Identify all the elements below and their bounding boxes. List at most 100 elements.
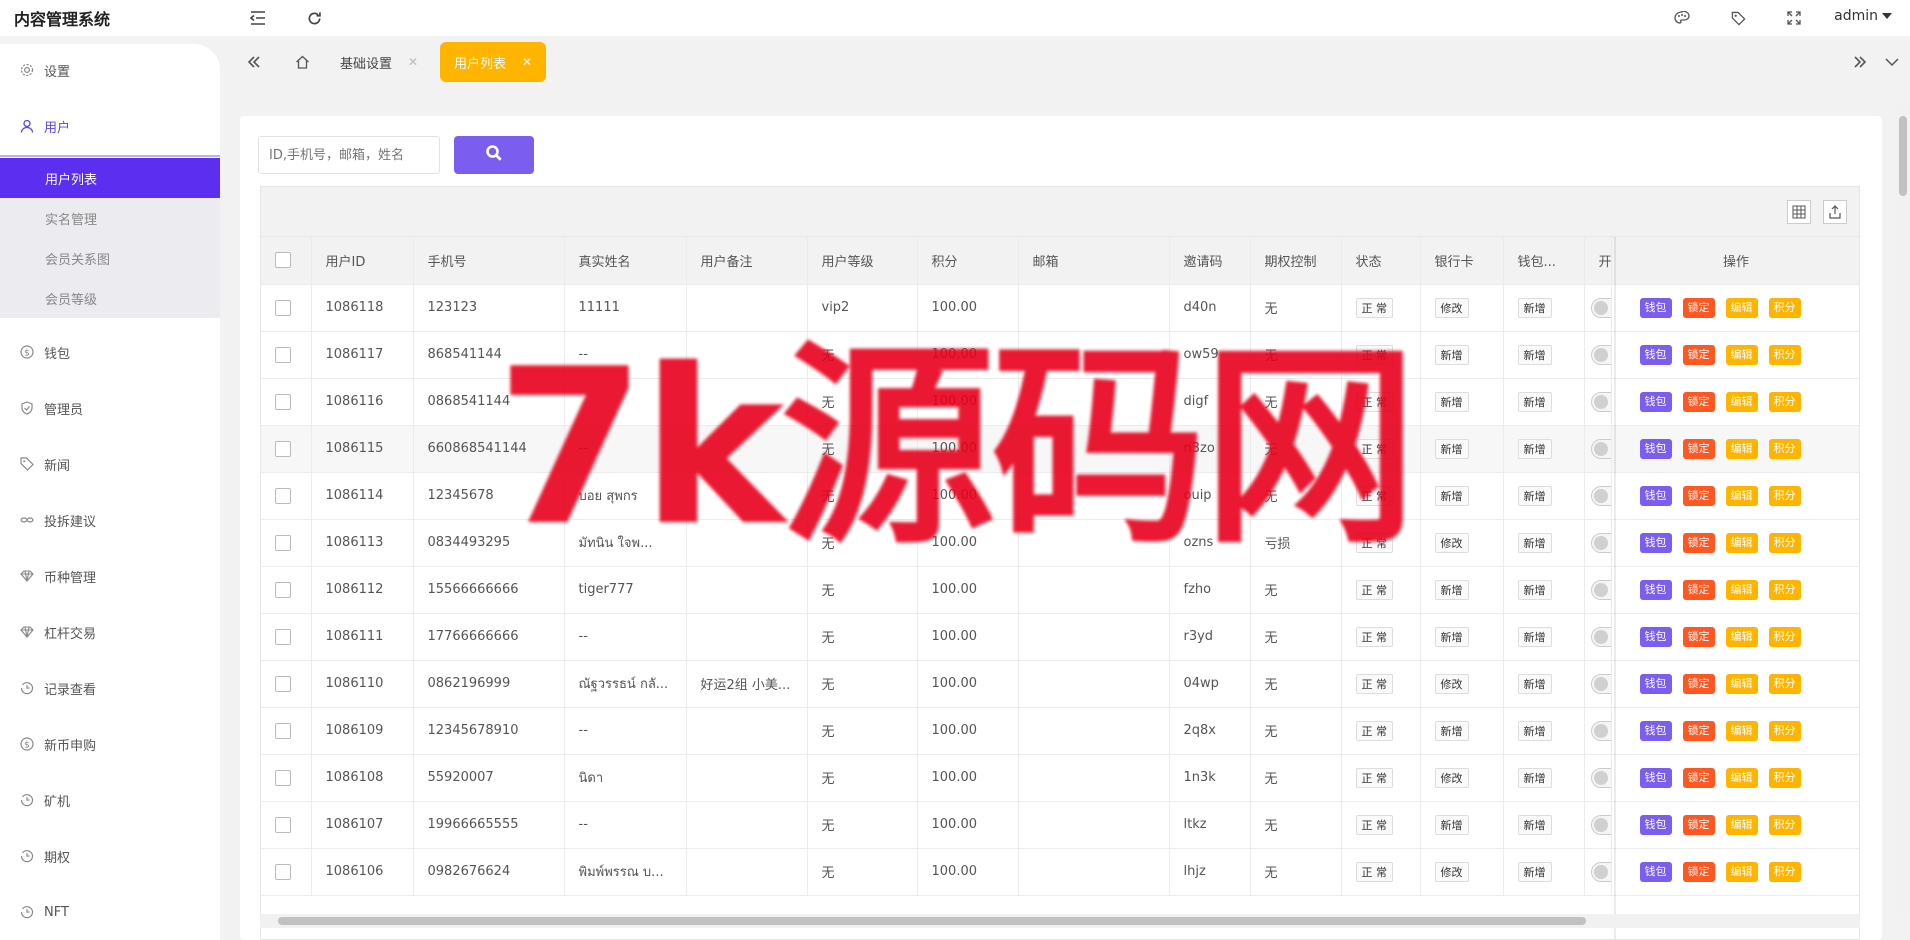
sidebar-item-users[interactable]: 用户 [0,106,220,146]
edit-button[interactable]: 编辑 [1725,297,1758,318]
wallet-add-button[interactable]: 新增 [1517,720,1552,741]
wallet-add-button[interactable]: 新增 [1517,438,1552,459]
enable-toggle[interactable] [1590,297,1610,318]
close-icon[interactable]: ✕ [522,55,532,69]
edit-button[interactable]: 编辑 [1725,532,1758,553]
palette-icon[interactable] [1672,8,1692,28]
enable-toggle[interactable] [1590,485,1610,506]
sidebar-item-suggestions[interactable]: 投拆建议 [0,500,220,540]
col-header[interactable]: 用户备注 [686,237,808,285]
wallet-add-button[interactable]: 新增 [1517,673,1552,694]
enable-toggle[interactable] [1590,673,1610,694]
bank-card-button[interactable]: 新增 [1434,579,1469,600]
tag-icon[interactable] [1728,8,1748,28]
lock-button[interactable]: 锁定 [1682,767,1715,788]
status-badge[interactable]: 正 常 [1355,861,1393,882]
bank-card-button[interactable]: 新增 [1434,814,1469,835]
edit-button[interactable]: 编辑 [1725,626,1758,647]
col-header[interactable]: 用户等级 [807,237,918,285]
col-header[interactable]: 钱包... [1503,237,1585,285]
lock-button[interactable]: 锁定 [1682,391,1715,412]
enable-toggle[interactable] [1590,344,1610,365]
points-button[interactable]: 积分 [1768,485,1801,506]
wallet-button[interactable]: 钱包 [1639,579,1672,600]
wallet-button[interactable]: 钱包 [1639,297,1672,318]
sidebar-item-miner[interactable]: 矿机 [0,780,220,820]
wallet-add-button[interactable]: 新增 [1517,861,1552,882]
lock-button[interactable]: 锁定 [1682,720,1715,741]
row-checkbox[interactable] [275,299,291,316]
search-input[interactable] [258,136,440,174]
points-button[interactable]: 积分 [1768,579,1801,600]
enable-toggle[interactable] [1590,532,1610,553]
col-header[interactable]: 期权控制 [1250,237,1342,285]
row-checkbox[interactable] [275,675,291,692]
enable-toggle[interactable] [1590,814,1610,835]
horizontal-scrollbar[interactable] [260,914,1860,928]
wallet-button[interactable]: 钱包 [1639,673,1672,694]
close-icon[interactable]: ✕ [408,55,418,69]
edit-button[interactable]: 编辑 [1725,814,1758,835]
points-button[interactable]: 积分 [1768,391,1801,412]
table-row[interactable]: 1086109 12345678910 -- 无 100.00 2q8x 无正 常新增 新增钱… [261,707,1859,755]
enable-toggle[interactable] [1590,438,1610,459]
sidebar-item-new-coin[interactable]: $ 新币申购 [0,724,220,764]
table-row[interactable]: 1086107 19966665555 -- 无 100.00 ltkz 无正 常新增 新增钱… [261,801,1859,849]
tabs-scroll-right-icon[interactable] [1848,50,1872,74]
col-header[interactable]: 状态 [1341,237,1421,285]
points-button[interactable]: 积分 [1768,673,1801,694]
sidebar-item-records[interactable]: 记录查看 [0,668,220,708]
wallet-button[interactable]: 钱包 [1639,767,1672,788]
col-header[interactable]: 用户ID [311,237,414,285]
points-button[interactable]: 积分 [1768,814,1801,835]
edit-button[interactable]: 编辑 [1725,767,1758,788]
lock-button[interactable]: 锁定 [1682,626,1715,647]
edit-button[interactable]: 编辑 [1725,579,1758,600]
points-button[interactable]: 积分 [1768,438,1801,459]
points-button[interactable]: 积分 [1768,720,1801,741]
status-badge[interactable]: 正 常 [1355,579,1393,600]
sidebar-item-news[interactable]: 新闻 [0,444,220,484]
table-row[interactable]: 1086106 0982676624 พิมพ์พรรณ บ... 无 100.00 lh… [261,848,1859,896]
enable-toggle[interactable] [1590,579,1610,600]
points-button[interactable]: 积分 [1768,297,1801,318]
vertical-scrollbar[interactable] [1896,104,1910,914]
menu-collapse-icon[interactable] [248,8,268,28]
table-row[interactable]: 1086110 0862196999 ณัฐวรรธน์ กลั... 好运2组 小美… [261,660,1859,708]
wallet-add-button[interactable]: 新增 [1517,767,1552,788]
sidebar-item-nft[interactable]: NFT [0,892,220,932]
wallet-button[interactable]: 钱包 [1639,344,1672,365]
wallet-button[interactable]: 钱包 [1639,485,1672,506]
bank-card-button[interactable]: 修改 [1434,861,1469,882]
row-checkbox[interactable] [275,440,291,457]
table-row[interactable]: 1086111 17766666666 -- 无 100.00 r3yd 无正 常新增 新增钱… [261,613,1859,661]
home-icon[interactable] [290,50,314,74]
row-checkbox[interactable] [275,722,291,739]
wallet-button[interactable]: 钱包 [1639,532,1672,553]
wallet-button[interactable]: 钱包 [1639,391,1672,412]
row-checkbox[interactable] [275,628,291,645]
lock-button[interactable]: 锁定 [1682,297,1715,318]
row-checkbox[interactable] [275,487,291,504]
export-icon[interactable] [1823,200,1847,224]
fullscreen-icon[interactable] [1784,8,1804,28]
wallet-add-button[interactable]: 新增 [1517,344,1552,365]
col-header[interactable]: 真实姓名 [564,237,687,285]
edit-button[interactable]: 编辑 [1725,391,1758,412]
sidebar-item-options[interactable]: 期权 [0,836,220,876]
status-badge[interactable]: 正 常 [1355,673,1393,694]
bank-card-button[interactable]: 新增 [1434,438,1469,459]
wallet-button[interactable]: 钱包 [1639,861,1672,882]
print-icon[interactable] [1859,200,1860,224]
sidebar-item-leverage[interactable]: 杠杆交易 [0,612,220,652]
user-menu[interactable]: admin [1834,8,1892,24]
wallet-add-button[interactable]: 新增 [1517,626,1552,647]
wallet-add-button[interactable]: 新增 [1517,532,1552,553]
tabs-scroll-left-icon[interactable] [242,50,266,74]
wallet-add-button[interactable]: 新增 [1517,297,1552,318]
status-badge[interactable]: 正 常 [1355,767,1393,788]
edit-button[interactable]: 编辑 [1725,485,1758,506]
lock-button[interactable]: 锁定 [1682,861,1715,882]
table-row[interactable]: 1086108 55920007 นิดา无 100.00 1n3k 无正 常修改 新增 钱包… [261,754,1859,802]
row-checkbox[interactable] [275,534,291,551]
